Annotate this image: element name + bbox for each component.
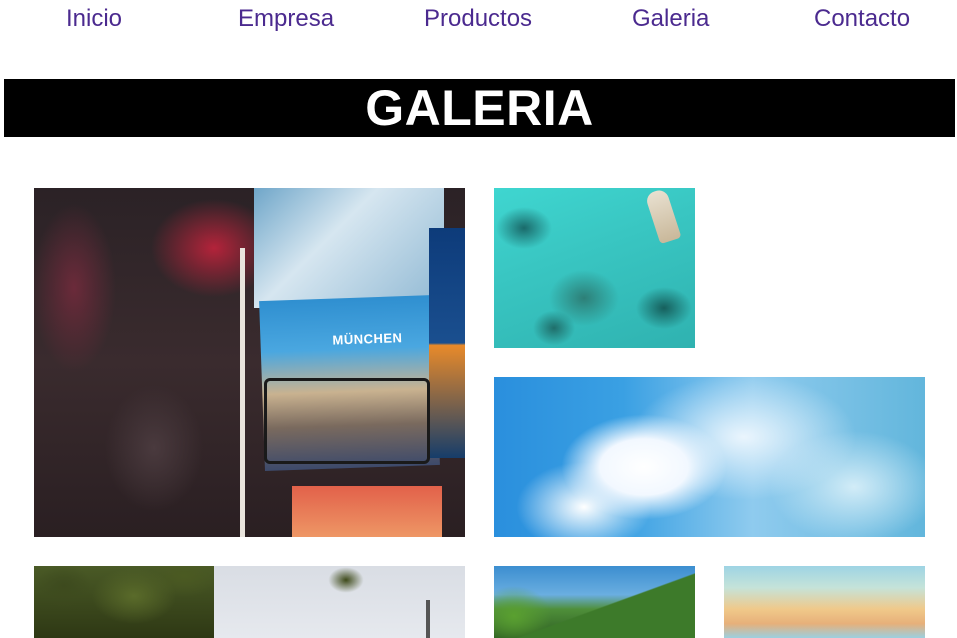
nav-link-galeria[interactable]: Galeria — [632, 5, 709, 33]
boat-decor — [644, 188, 682, 245]
main-nav: Inicio Empresa Productos Galeria Contact… — [0, 0, 957, 40]
gallery-image-hills[interactable] — [494, 566, 695, 638]
page-banner: GALERIA — [4, 79, 955, 137]
page-title: GALERIA — [365, 80, 594, 136]
side-postcard-decor — [429, 228, 465, 458]
rope-decor — [240, 248, 245, 537]
postcard-back-decor — [254, 188, 444, 308]
gallery-image-sunset[interactable] — [724, 566, 925, 638]
nav-link-contacto[interactable]: Contacto — [814, 5, 910, 33]
tower-decor — [426, 600, 430, 638]
gallery-image-sea[interactable] — [494, 188, 695, 348]
gallery-image-tree-tower[interactable] — [34, 566, 465, 638]
postcard-text: MÜNCHEN — [332, 330, 403, 348]
nav-link-empresa[interactable]: Empresa — [238, 5, 334, 33]
nav-link-productos[interactable]: Productos — [424, 5, 532, 33]
gallery-image-sky[interactable] — [494, 377, 925, 537]
tree-branch-decor — [324, 566, 369, 598]
gallery-image-postcards[interactable]: MÜNCHEN — [34, 188, 465, 537]
tree-decor — [34, 566, 214, 638]
wire-rack-decor — [264, 378, 430, 464]
postcard-bottom-decor — [292, 486, 442, 537]
nav-link-inicio[interactable]: Inicio — [66, 5, 122, 33]
